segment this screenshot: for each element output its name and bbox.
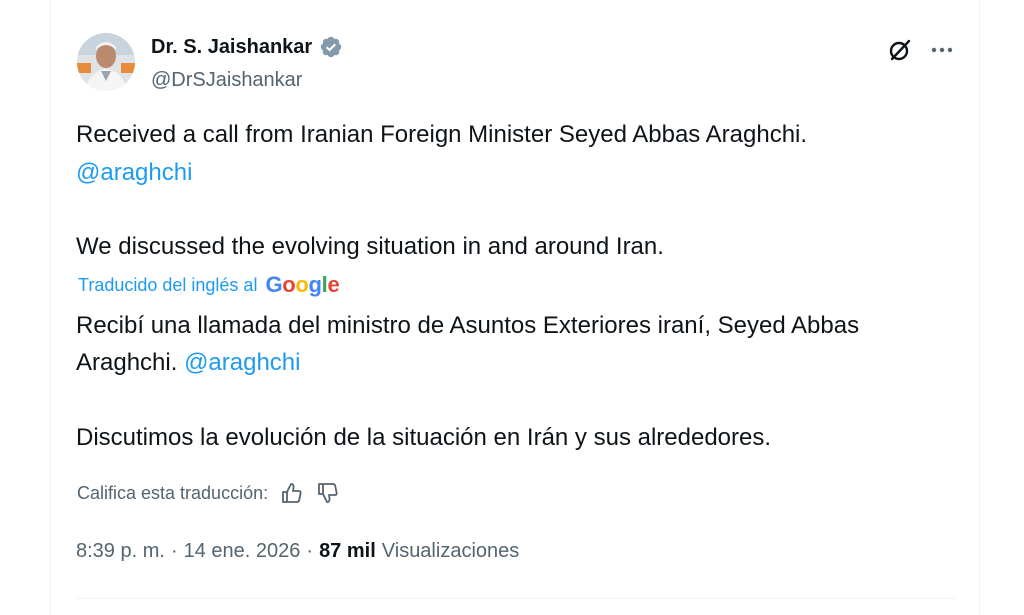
google-logo: Google xyxy=(265,272,340,297)
views-label: Visualizaciones xyxy=(381,540,520,562)
tweet-date[interactable]: 14 ene. 2026 xyxy=(184,540,301,563)
rate-translation-label: Califica esta traducción: xyxy=(77,482,269,503)
thumbs-down-icon[interactable] xyxy=(316,481,340,505)
tweet-card: Dr. S. Jaishankar @DrSJaishankar Receive… xyxy=(50,0,980,615)
author-row: Dr. S. Jaishankar xyxy=(151,35,343,59)
translated-label-text: Traducido del inglés al xyxy=(78,274,258,295)
translated-mention-link[interactable]: @araghchi xyxy=(184,349,300,376)
translated-text-line-3: Discutimos la evolución de la situación … xyxy=(76,424,772,451)
grok-icon[interactable] xyxy=(887,37,913,63)
author-handle[interactable]: @DrSJaishankar xyxy=(151,69,302,92)
original-mention-link[interactable]: @araghchi xyxy=(76,155,192,191)
thumbs-up-icon[interactable] xyxy=(280,481,304,505)
translated-text-line-2: Araghchi. @araghchi xyxy=(76,345,301,381)
rate-translation-row: Califica esta traducción: xyxy=(77,481,340,505)
tweet-time[interactable]: 8:39 p. m. xyxy=(76,540,165,563)
tweet-meta: 8:39 p. m. · 14 ene. 2026 · 87 mil Visua… xyxy=(76,540,519,563)
translated-by-label[interactable]: Traducido del inglés al Google xyxy=(78,272,340,298)
divider xyxy=(76,598,956,599)
meta-separator: · xyxy=(306,540,314,562)
translated-text-line-2-prefix: Araghchi. xyxy=(76,349,178,376)
author-name[interactable]: Dr. S. Jaishankar xyxy=(151,36,312,59)
original-text-line-3: We discussed the evolving situation in a… xyxy=(76,233,664,260)
original-text-line-1: Received a call from Iranian Foreign Min… xyxy=(76,121,808,148)
more-options-icon[interactable] xyxy=(928,38,956,62)
verified-badge-icon xyxy=(320,36,342,58)
avatar[interactable] xyxy=(77,33,135,91)
meta-separator: · xyxy=(170,540,178,562)
views-count[interactable]: 87 mil xyxy=(319,540,376,563)
translated-text-line-1: Recibí una llamada del ministro de Asunt… xyxy=(76,312,860,339)
